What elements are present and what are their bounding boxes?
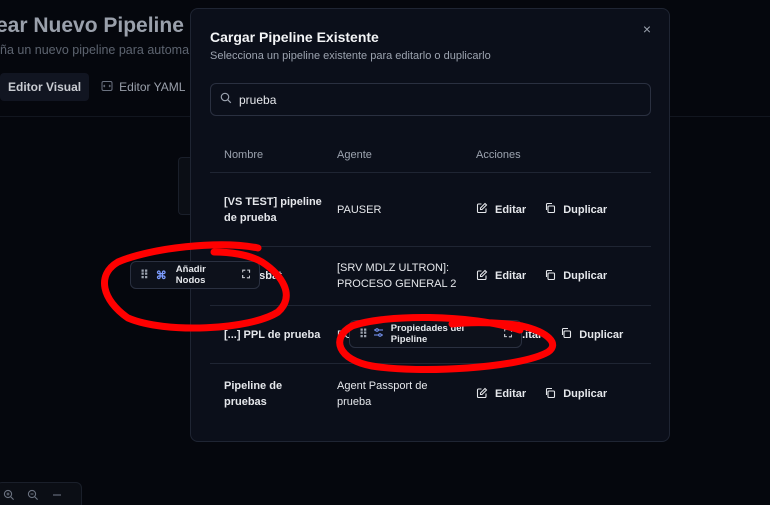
pipeline-name: [...] PPL de prueba [224,328,321,341]
page-subtitle: ña un nuevo pipeline para automa [0,43,190,57]
code-icon [101,80,113,95]
copy-icon [560,327,572,342]
duplicate-button[interactable]: Duplicar [544,202,607,217]
expand-icon[interactable]: ⛶ [242,269,250,282]
zoom-in-icon[interactable] [3,489,15,504]
minus-icon[interactable] [51,489,63,504]
dialog-title: Cargar Pipeline Existente [210,29,379,45]
zoom-out-icon[interactable] [27,489,39,504]
pipeline-name: [VS TEST] pipeline de prueba [224,195,322,224]
tab-editor-visual[interactable]: Editor Visual [0,73,90,101]
pipeline-agent: PAUSER [337,203,382,216]
close-icon[interactable]: × [639,21,655,37]
edit-icon [476,202,488,217]
dialog-subtitle: Selecciona un pipeline existente para ed… [210,50,491,62]
search-input[interactable] [239,92,619,107]
column-header-agente: Agente [337,148,372,161]
load-pipeline-dialog: Cargar Pipeline Existente Selecciona un … [190,8,670,442]
command-icon: ⌘ [155,269,167,282]
pipelines-table: Nombre Agente Acciones [VS TEST] pipelin… [210,137,651,424]
duplicate-button[interactable]: Duplicar [560,327,623,342]
pipeline-agent: Agent Passport de prueba [337,380,428,408]
copy-icon [544,202,556,217]
panel-label: Añadir Nodos [175,264,206,286]
search-field[interactable] [210,83,651,116]
tab-editor-yaml[interactable]: Editor YAML [93,73,193,101]
panel-label: Propiedades del Pipeline [390,323,465,345]
edit-button[interactable]: Editar [476,202,526,217]
edit-button[interactable]: Editar [476,387,526,402]
search-icon [220,91,232,109]
sliders-icon [373,327,384,341]
editor-tabs: Editor Visual Editor YAML [0,73,193,101]
drag-handle-icon[interactable]: ⠿ [140,268,149,282]
pipeline-name: Pipeline de pruebas [224,380,283,408]
table-row: [VS TEST] pipeline de prueba PAUSER Edit… [210,173,651,247]
copy-icon [544,387,556,402]
zoom-controls [0,482,82,505]
column-header-acciones: Acciones [476,148,521,161]
pipeline-properties-panel[interactable]: ⠿ Propiedades del Pipeline ⛶ [349,320,522,348]
table-header: Nombre Agente Acciones [210,137,651,173]
page-title: ear Nuevo Pipeline [0,14,184,37]
table-row: Pipeline de pruebas Agent Passport de pr… [210,364,651,424]
duplicate-button[interactable]: Duplicar [544,269,607,284]
table-row: ...sbat [SRV MDLZ ULTRON]: PROCESO GENER… [210,247,651,306]
edit-icon [476,387,488,402]
edit-icon [476,269,488,284]
add-nodes-panel[interactable]: ⠿ ⌘ Añadir Nodos ⛶ [130,261,260,289]
duplicate-button[interactable]: Duplicar [544,387,607,402]
drag-handle-icon[interactable]: ⠿ [359,327,368,341]
edit-button[interactable]: Editar [476,269,526,284]
pipeline-agent: [SRV MDLZ ULTRON]: PROCESO GENERAL 2 [337,262,457,290]
column-header-nombre: Nombre [224,148,264,161]
copy-icon [544,269,556,284]
expand-icon[interactable]: ⛶ [504,328,512,341]
